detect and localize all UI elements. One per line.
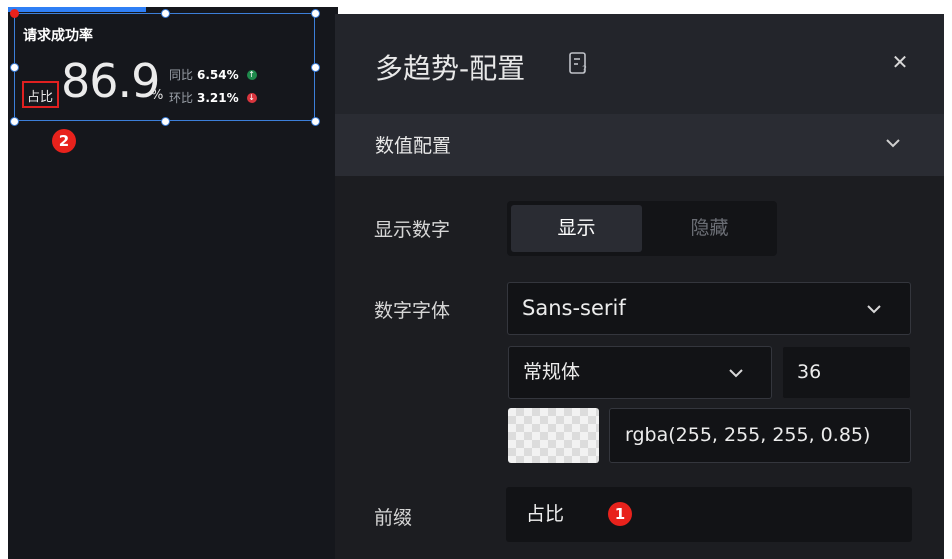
- widget-value-suffix: %: [151, 88, 164, 103]
- callout-badge-1: 1: [608, 502, 632, 526]
- widget-value: 86.9: [61, 54, 160, 108]
- prefix-label: 前缀: [374, 507, 413, 529]
- yoy-value: 6.54%: [197, 67, 239, 82]
- chevron-down-icon: [867, 305, 881, 314]
- close-icon[interactable]: ✕: [889, 50, 911, 74]
- mom-comparison: 环比 3.21% ↓: [169, 89, 257, 106]
- prefix-highlight-box: [22, 81, 59, 108]
- help-doc-icon[interactable]: ?: [568, 51, 590, 75]
- mom-value: 3.21%: [197, 90, 239, 105]
- section-title: 数值配置: [375, 135, 452, 157]
- resize-handle-left[interactable]: [10, 63, 19, 72]
- font-weight-select[interactable]: 常规体: [508, 346, 772, 399]
- svg-text:?: ?: [582, 65, 587, 75]
- hide-option[interactable]: 隐藏: [644, 205, 775, 252]
- show-option[interactable]: 显示: [511, 205, 642, 252]
- resize-handle-right[interactable]: [311, 63, 320, 72]
- show-number-label: 显示数字: [374, 219, 451, 241]
- arrow-up-icon: ↑: [246, 69, 257, 80]
- prefix-input[interactable]: 占比: [506, 487, 912, 542]
- font-size-input[interactable]: 36: [782, 346, 911, 399]
- yoy-comparison: 同比 6.54% ↑: [169, 66, 257, 83]
- font-family-value: Sans-serif: [522, 296, 626, 320]
- color-value-input[interactable]: rgba(255, 255, 255, 0.85): [609, 408, 911, 463]
- resize-handle-top-left[interactable]: [10, 9, 19, 18]
- chevron-down-icon[interactable]: [884, 136, 902, 150]
- callout-badge-2: 2: [52, 129, 76, 153]
- font-family-select[interactable]: Sans-serif: [507, 282, 911, 335]
- number-font-label: 数字字体: [374, 300, 451, 322]
- show-number-toggle: 显示 隐藏: [507, 201, 777, 256]
- canvas-tab-indicator: [8, 7, 146, 12]
- widget-title: 请求成功率: [23, 28, 93, 44]
- yoy-label: 同比: [169, 68, 194, 82]
- chevron-down-icon: [729, 369, 743, 378]
- color-value-text: rgba(255, 255, 255, 0.85): [625, 424, 871, 446]
- font-weight-value: 常规体: [523, 361, 581, 383]
- resize-handle-bottom-right[interactable]: [311, 117, 320, 126]
- prefix-input-value: 占比: [526, 503, 565, 525]
- font-size-value: 36: [797, 361, 822, 383]
- color-swatch[interactable]: [508, 408, 599, 463]
- resize-handle-bottom[interactable]: [161, 117, 170, 126]
- resize-handle-bottom-left[interactable]: [10, 117, 19, 126]
- mom-label: 环比: [169, 91, 194, 105]
- resize-handle-top-right[interactable]: [311, 9, 320, 18]
- arrow-down-icon: ↓: [246, 92, 257, 103]
- resize-handle-top[interactable]: [161, 9, 170, 18]
- panel-title: 多趋势-配置: [375, 52, 526, 85]
